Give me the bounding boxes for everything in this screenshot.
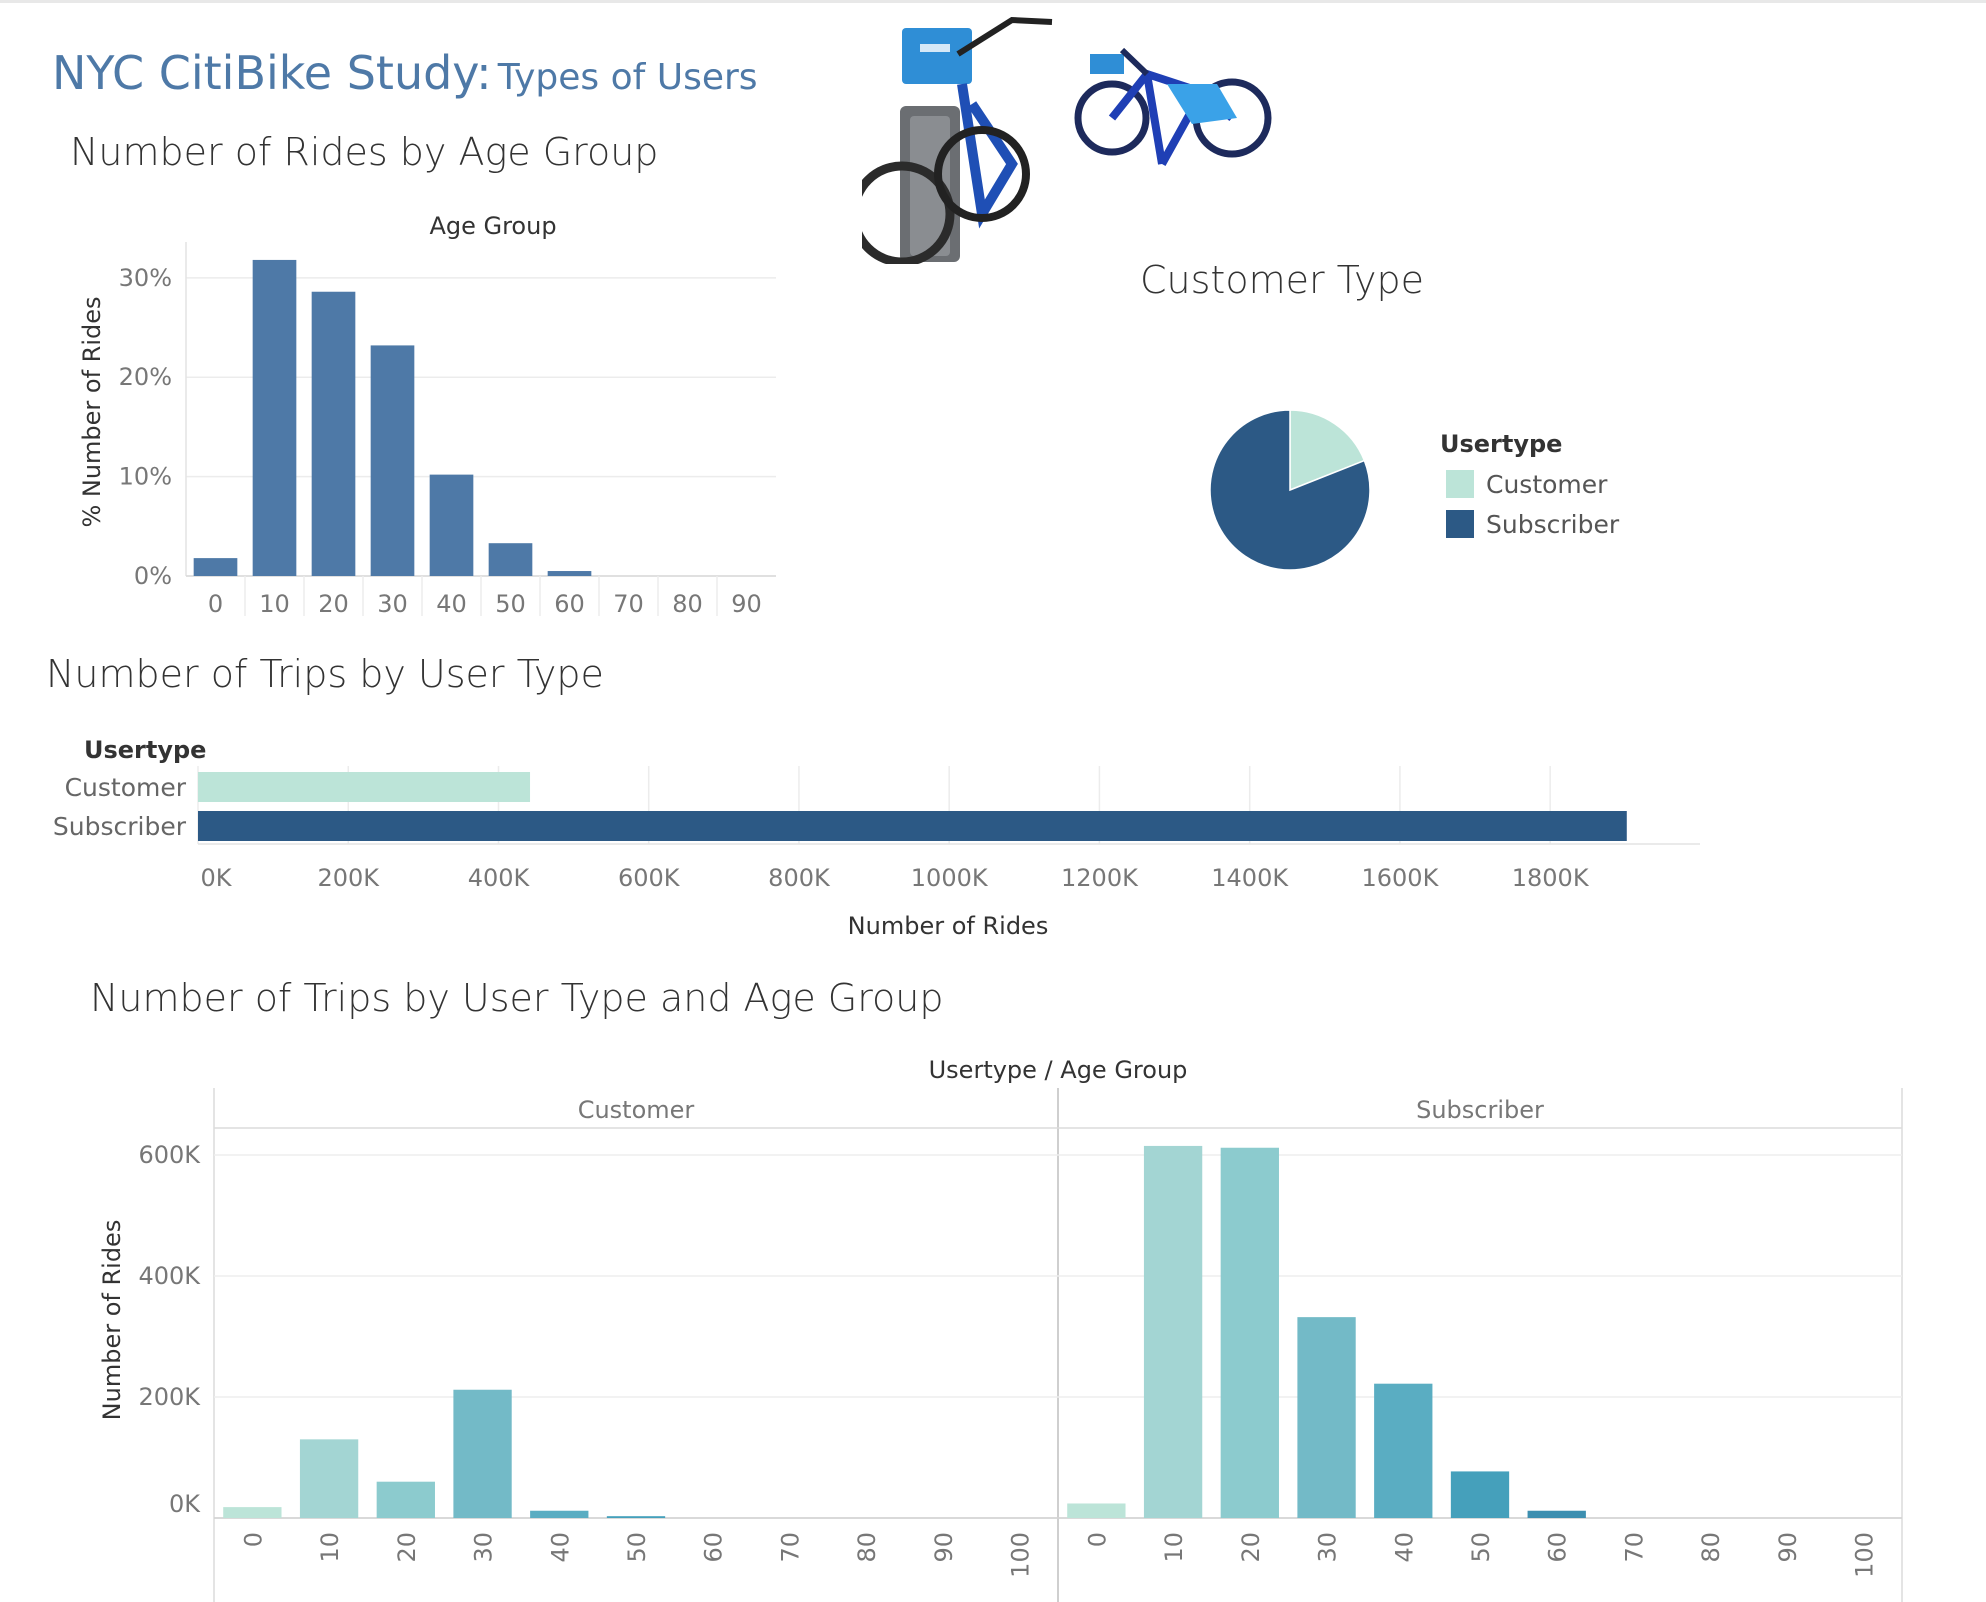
facet-chart: Usertype / Age GroupNumber of Rides0K200… (98, 1056, 1903, 1602)
facet-xtick: 90 (1774, 1532, 1802, 1563)
facet-bar (1527, 1510, 1586, 1518)
facet-bar (606, 1516, 666, 1518)
facet-xtick: 50 (623, 1532, 651, 1563)
facet-bar (299, 1439, 359, 1518)
facet-bar (1220, 1147, 1279, 1518)
facet-xtick: 60 (700, 1532, 728, 1563)
facet-bar (530, 1510, 589, 1518)
facet-xtick: 100 (1851, 1532, 1879, 1578)
facet-xtick: 50 (1467, 1532, 1495, 1563)
facet-bar (1374, 1383, 1433, 1518)
facet-panel-label: Customer (578, 1096, 695, 1124)
facet-xtick: 40 (1390, 1532, 1418, 1563)
facet-xtick: 100 (1007, 1532, 1035, 1578)
facet-bar (1067, 1503, 1126, 1518)
facet-xtick: 20 (393, 1532, 421, 1563)
facet-xtick: 0 (1083, 1532, 1111, 1547)
facet-bar (1450, 1471, 1510, 1518)
facet-ytick: 200K (138, 1383, 201, 1411)
facet-ytick: 600K (138, 1141, 201, 1169)
facet-header: Usertype / Age Group (929, 1056, 1188, 1084)
facet-xtick: 70 (1620, 1532, 1648, 1563)
facet-xtick: 70 (776, 1532, 804, 1563)
facet-bar (1297, 1317, 1356, 1518)
facet-xtick: 90 (930, 1532, 958, 1563)
facet-xtick: 20 (1237, 1532, 1265, 1563)
facet-xtick: 10 (1160, 1532, 1188, 1563)
facet-xtick: 40 (546, 1532, 574, 1563)
facet-xtick: 80 (1697, 1532, 1725, 1563)
facet-bar (1143, 1145, 1203, 1518)
facet-xtick: 0 (239, 1532, 267, 1547)
facet-xtick: 30 (1314, 1532, 1342, 1563)
facet-ylabel: Number of Rides (98, 1220, 126, 1421)
facet-ytick: 0K (169, 1490, 201, 1518)
facet-xtick: 10 (316, 1532, 344, 1563)
facet-bar (223, 1507, 282, 1518)
facet-xtick: 60 (1544, 1532, 1572, 1563)
facet-bar (376, 1481, 435, 1518)
facet-panel-label: Subscriber (1416, 1096, 1544, 1124)
facet-bar (453, 1389, 512, 1518)
facet-ytick: 400K (138, 1262, 201, 1290)
facet-xtick: 80 (853, 1532, 881, 1563)
facet-xtick: 30 (470, 1532, 498, 1563)
